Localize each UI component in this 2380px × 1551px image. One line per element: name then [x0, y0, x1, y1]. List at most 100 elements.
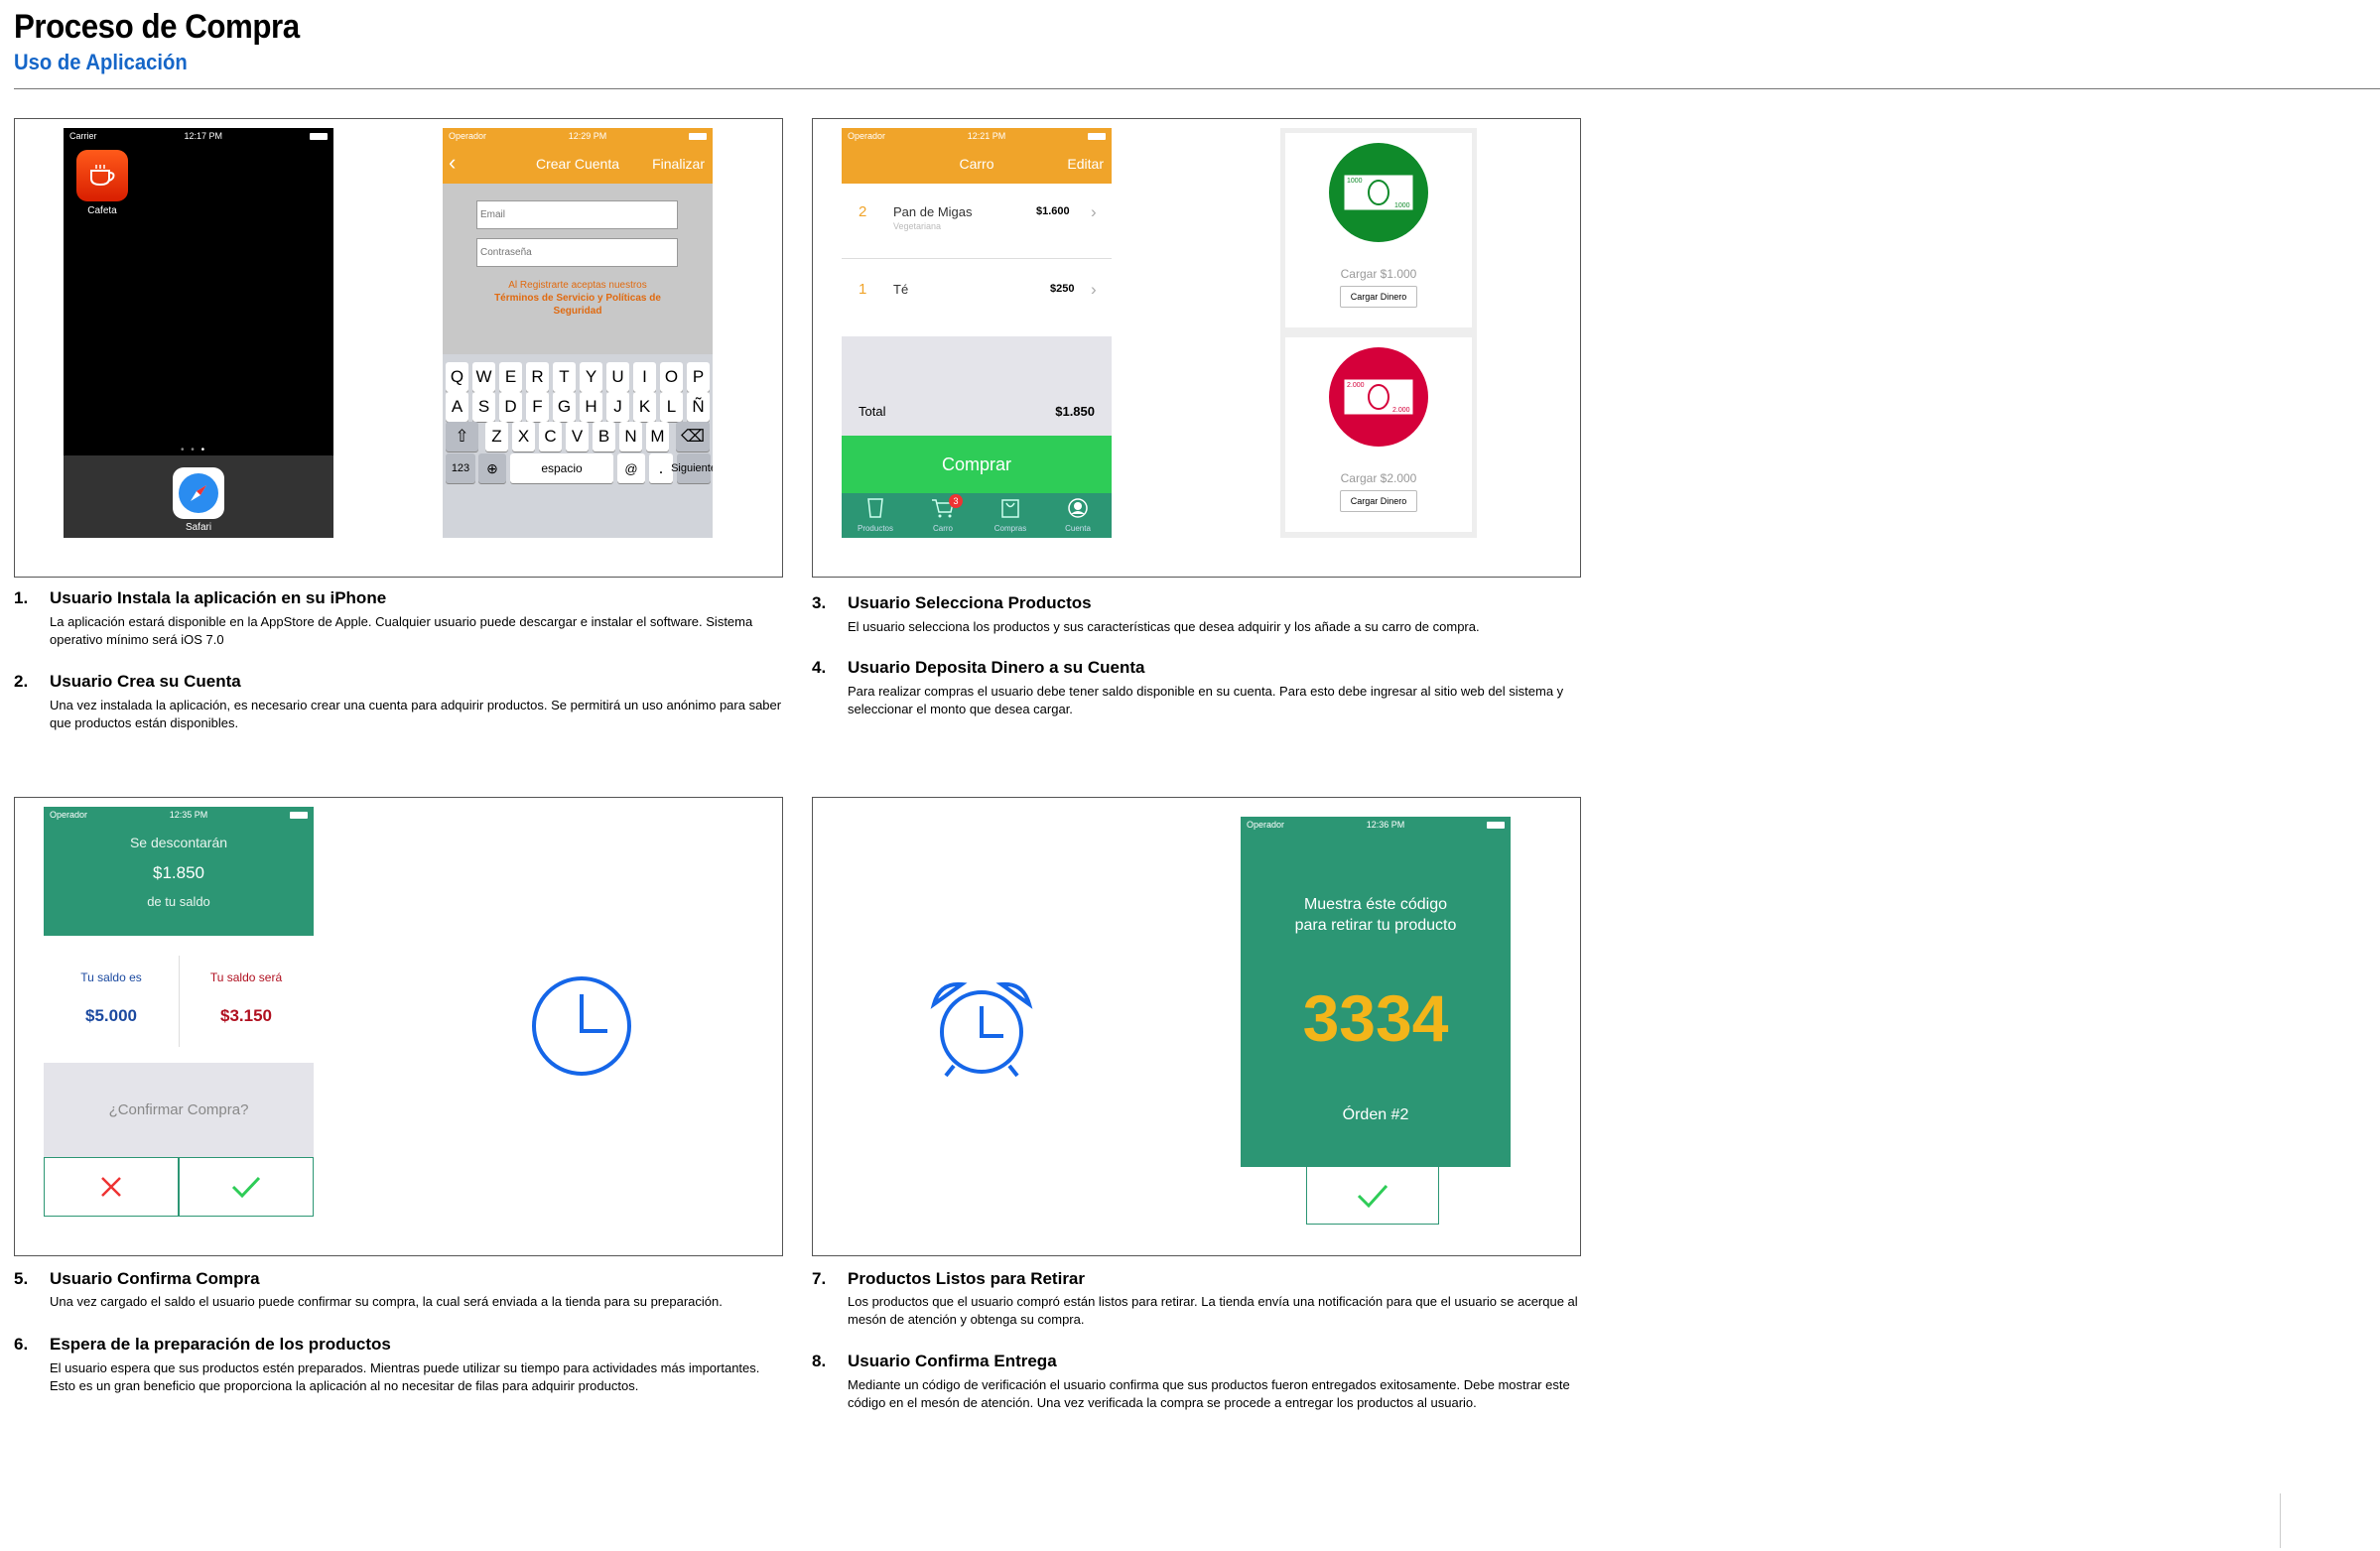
keyboard-key[interactable]: V — [566, 422, 589, 452]
keyboard-key[interactable]: S — [472, 392, 495, 422]
keyboard-key[interactable]: Q — [446, 362, 468, 392]
order-number: Órden #2 — [1342, 1106, 1409, 1123]
keyboard-key[interactable]: T — [553, 362, 576, 392]
keyboard-key[interactable]: L — [660, 392, 683, 422]
status-bar: Carrier 12:17 PM — [64, 128, 333, 144]
clock-icon — [532, 976, 631, 1076]
load-money-button[interactable]: Cargar Dinero — [1340, 286, 1417, 308]
keyboard-key[interactable]: A — [446, 392, 468, 422]
keyboard-key[interactable]: G — [553, 392, 576, 422]
keyboard-key[interactable]: U — [606, 362, 629, 392]
check-icon — [231, 1176, 261, 1199]
item-qty: 2 — [859, 203, 867, 220]
bag-icon — [1001, 499, 1019, 518]
keyboard-key[interactable]: Y — [580, 362, 602, 392]
keyboard-key[interactable]: B — [593, 422, 615, 452]
check-icon — [1357, 1184, 1388, 1208]
banknote-icon: 1000 1000 — [1343, 174, 1414, 211]
step-text: Para realizar compras el usuario debe te… — [848, 684, 1564, 716]
email-field[interactable] — [476, 200, 678, 229]
confirm-button[interactable] — [179, 1157, 314, 1217]
keyboard-key[interactable]: F — [526, 392, 549, 422]
cart-row[interactable]: 1 Té $250 › — [842, 273, 1112, 328]
step-number: 5. — [14, 1269, 29, 1288]
note-value: 1000 — [1347, 178, 1363, 185]
globe-icon[interactable]: ⊕ — [478, 453, 506, 483]
terms-link[interactable]: Términos de Servicio y Políticas de — [443, 292, 713, 305]
item-name: Pan de Migas — [893, 204, 973, 219]
backspace-key[interactable]: ⌫ — [676, 422, 710, 452]
status-time: 12:29 PM — [568, 131, 607, 141]
phone-cart-screen: Operador 12:21 PM Carro Editar 2 Pan de … — [842, 128, 1112, 538]
discount-line: Se descontarán — [129, 835, 228, 850]
status-bar: Operador 12:36 PM — [1241, 817, 1511, 833]
keyboard-key[interactable]: R — [526, 362, 549, 392]
step-text: Una vez instalada la aplicación, es nece… — [50, 698, 782, 730]
step-title: Productos Listos para Retirar — [848, 1269, 1086, 1288]
discount-line: de tu saldo — [147, 894, 210, 909]
cancel-button[interactable] — [44, 1157, 179, 1217]
step-title: Usuario Confirma Entrega — [848, 1352, 1057, 1370]
keyboard-key[interactable]: I — [633, 362, 656, 392]
carrier-label: Operador — [848, 131, 886, 141]
keyboard-key[interactable]: C — [539, 422, 562, 452]
safari-app-icon[interactable] — [173, 467, 224, 519]
keyboard-key[interactable]: Z — [485, 422, 508, 452]
space-key[interactable]: espacio — [510, 453, 613, 483]
keyboard-key[interactable]: Ñ — [687, 392, 710, 422]
numbers-key[interactable]: 123 — [446, 453, 475, 483]
keyboard-key[interactable]: H — [580, 392, 602, 422]
shift-key[interactable]: ⇧ — [446, 422, 478, 452]
tab-productos[interactable]: Productos — [842, 493, 909, 538]
instruction-line: Muestra éste código — [1303, 896, 1448, 913]
total-value: $1.850 — [1055, 404, 1095, 419]
keyboard-key[interactable]: M — [646, 422, 669, 452]
step-title: Usuario Crea su Cuenta — [50, 672, 241, 691]
status-bar: Operador 12:35 PM — [44, 807, 314, 823]
terms-link[interactable]: Seguridad — [443, 305, 713, 318]
banknote-icon: 2.000 2.000 — [1343, 378, 1414, 416]
battery-icon — [689, 132, 707, 140]
password-field[interactable] — [476, 238, 678, 267]
close-icon — [101, 1177, 121, 1197]
cart-row[interactable]: 2 Pan de Migas Vegetariana $1.600 › — [842, 197, 1112, 259]
tab-compras[interactable]: Compras — [977, 493, 1044, 538]
cafeta-app-icon[interactable] — [76, 150, 128, 201]
step-number: 2. — [14, 672, 29, 691]
step-text: Los productos que el usuario compró está… — [848, 1294, 1578, 1327]
keyboard-key[interactable]: P — [687, 362, 710, 392]
item-price: $1.600 — [1036, 205, 1070, 217]
status-time: 12:21 PM — [967, 131, 1006, 141]
balance-label: Tu saldo es — [80, 970, 142, 984]
terms-text: Al Registrarte aceptas nuestros Términos… — [443, 279, 713, 318]
tab-label: Carro — [932, 524, 953, 533]
keyboard-key[interactable]: X — [512, 422, 535, 452]
keyboard-key[interactable]: K — [633, 392, 656, 422]
keyboard-key[interactable]: E — [499, 362, 522, 392]
future-balance-value: $3.150 — [220, 1006, 272, 1025]
tab-label: Productos — [857, 524, 894, 533]
keyboard-key[interactable]: J — [606, 392, 629, 422]
dot-key[interactable]: . — [649, 453, 673, 483]
next-key[interactable]: Siguiente — [671, 453, 713, 483]
step-number: 6. — [14, 1335, 29, 1354]
status-bar: Operador 12:21 PM — [842, 128, 1112, 144]
buy-button[interactable]: Comprar — [842, 436, 1112, 493]
status-time: 12:35 PM — [169, 810, 208, 820]
keyboard-key[interactable]: D — [499, 392, 522, 422]
keyboard-key[interactable]: N — [619, 422, 642, 452]
tab-carro[interactable]: Carro 3 — [909, 493, 977, 538]
alarm-clock-icon — [930, 981, 1033, 1078]
load-money-button[interactable]: Cargar Dinero — [1340, 490, 1417, 512]
at-key[interactable]: @ — [617, 453, 645, 483]
edit-button[interactable]: Editar — [1067, 156, 1104, 172]
keyboard-key[interactable]: W — [472, 362, 495, 392]
chevron-right-icon: › — [1091, 280, 1097, 299]
tab-bar: Productos Carro 3 Compras Cuenta — [842, 493, 1112, 538]
keyboard-key[interactable]: O — [660, 362, 683, 392]
discount-amount: $1.850 — [153, 863, 204, 882]
finish-button[interactable]: Finalizar — [652, 156, 705, 172]
confirm-delivery-button[interactable] — [1306, 1167, 1439, 1225]
tab-cuenta[interactable]: Cuenta — [1044, 493, 1112, 538]
instruction-line: para retirar tu producto — [1294, 917, 1457, 934]
